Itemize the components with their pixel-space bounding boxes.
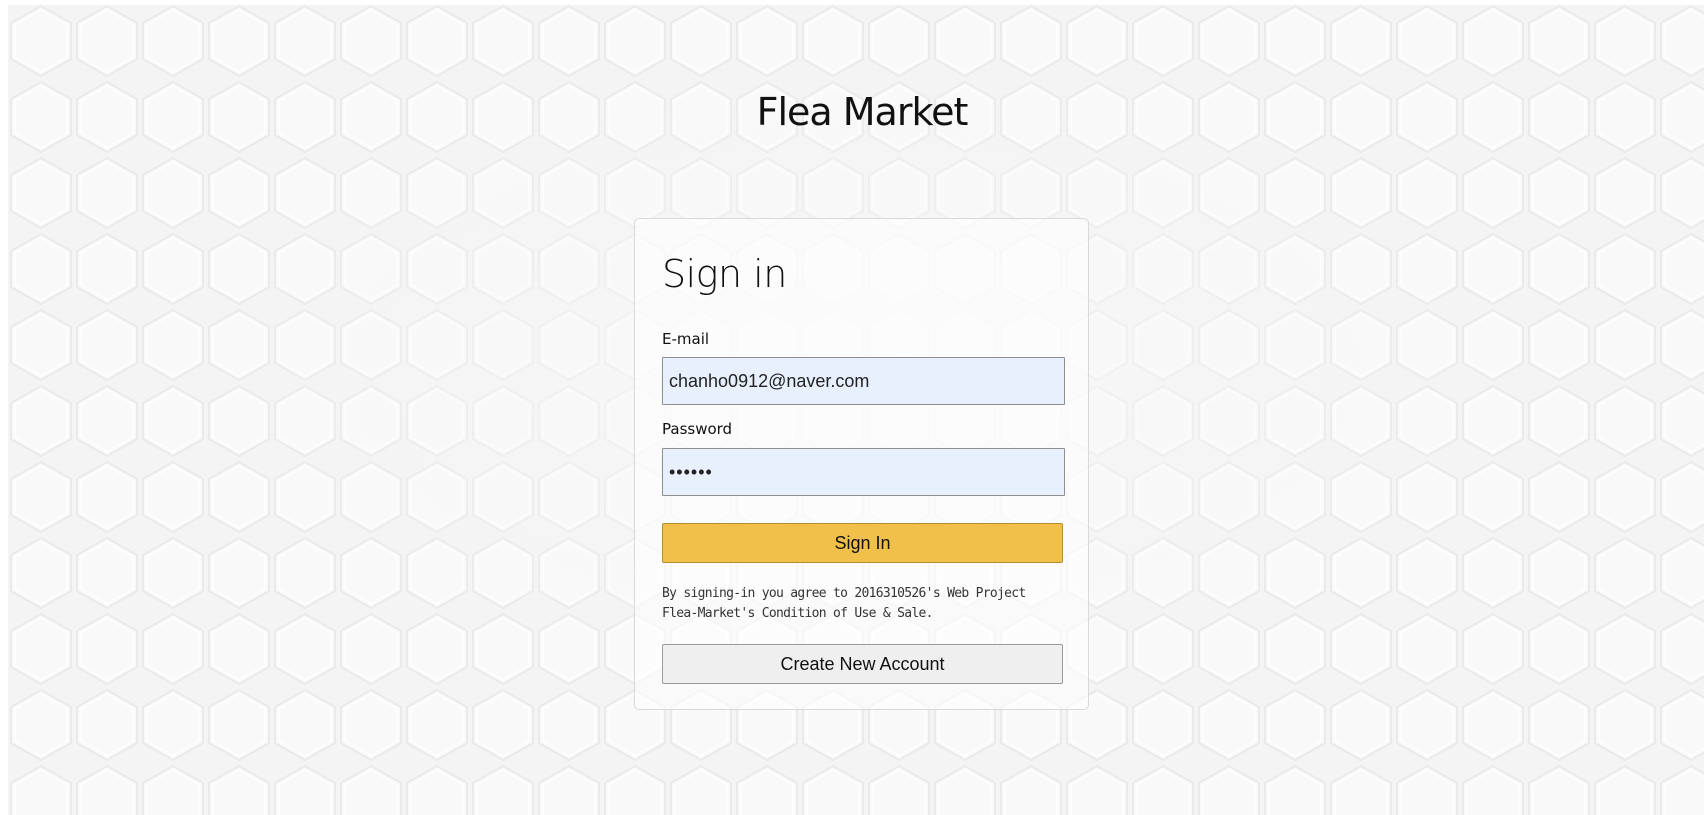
sign-in-button[interactable]: Sign In <box>662 523 1063 563</box>
signin-card: Sign in E-mail Password Sign In By signi… <box>634 218 1089 710</box>
password-field[interactable] <box>662 448 1065 496</box>
terms-notice: By signing-in you agree to 2016310526's … <box>662 586 1026 621</box>
email-field[interactable] <box>662 357 1065 405</box>
brand-title: Flea Market <box>756 90 969 134</box>
email-label: E-mail <box>662 330 710 348</box>
password-label: Password <box>662 420 733 438</box>
create-account-button[interactable]: Create New Account <box>662 644 1063 684</box>
signin-heading: Sign in <box>662 252 787 296</box>
